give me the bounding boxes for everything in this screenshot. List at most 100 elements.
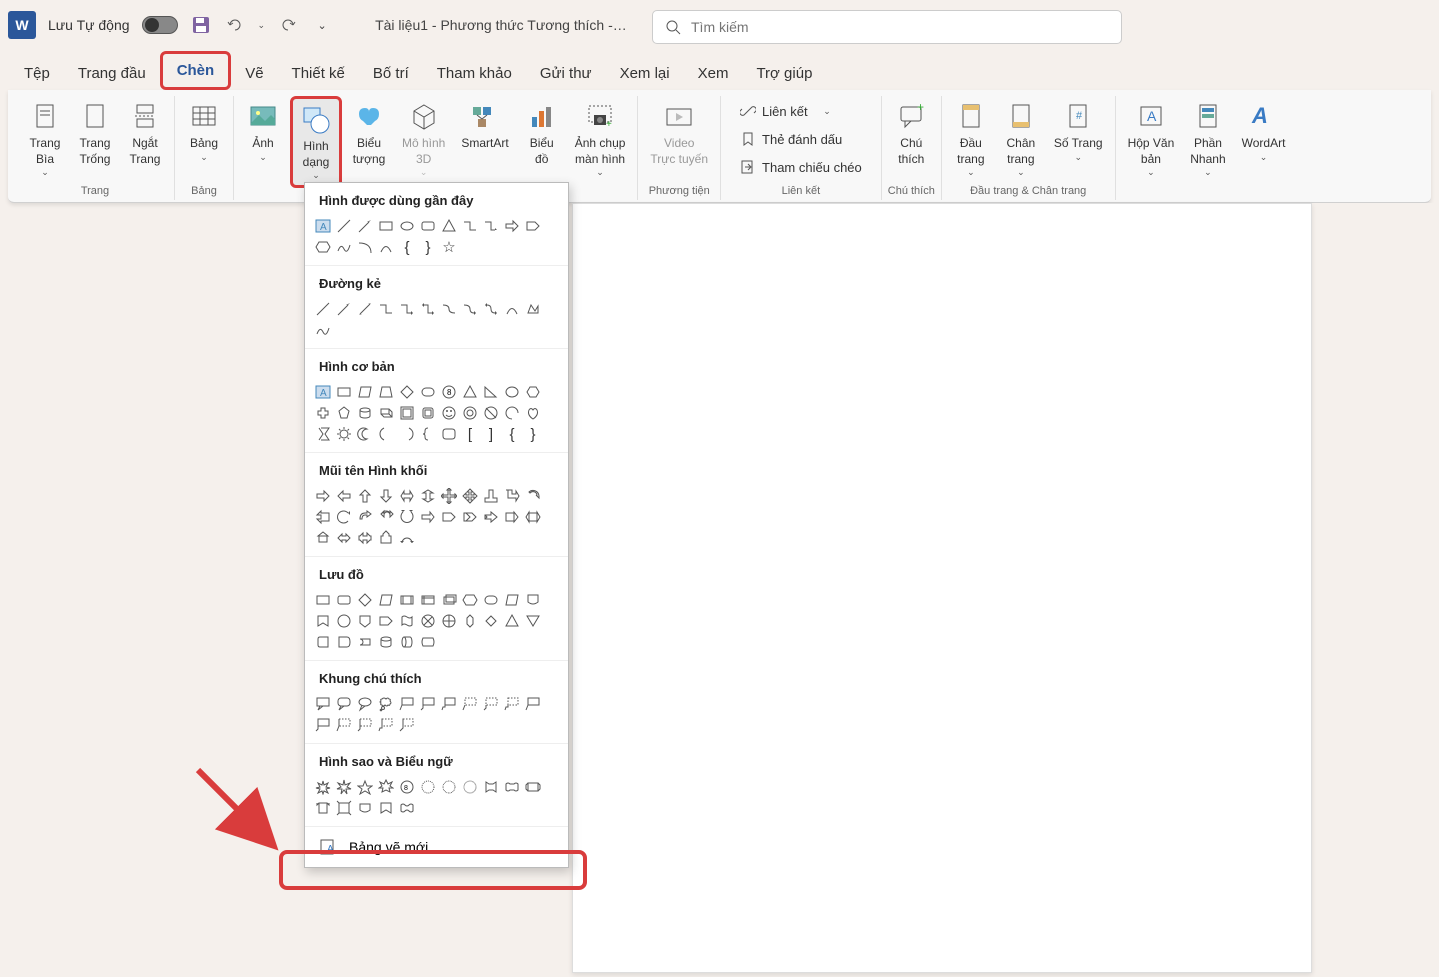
pictures-button[interactable]: Ảnh⌄ — [240, 96, 286, 167]
shape-f15[interactable] — [376, 611, 396, 631]
shape-a8[interactable] — [460, 486, 480, 506]
shape-b21[interactable] — [502, 403, 522, 423]
shape-line7[interactable] — [439, 299, 459, 319]
shape-roundrect[interactable] — [418, 216, 438, 236]
shape-s3[interactable] — [355, 777, 375, 797]
shape-rect[interactable] — [376, 216, 396, 236]
shape-scribble[interactable] — [334, 237, 354, 257]
shape-a12[interactable] — [313, 507, 333, 527]
tab-design[interactable]: Thiết kế — [278, 57, 359, 90]
tab-references[interactable]: Tham khảo — [423, 57, 526, 90]
shape-textbox[interactable]: A — [313, 216, 333, 236]
shape-b6[interactable] — [418, 382, 438, 402]
shape-a15[interactable] — [376, 507, 396, 527]
shape-c11[interactable] — [523, 694, 543, 714]
shape-star[interactable]: ☆ — [439, 237, 459, 257]
shape-a27[interactable] — [397, 528, 417, 548]
chart-button[interactable]: Biểu đồ — [519, 96, 565, 171]
3dmodels-button[interactable]: Mô hình 3D⌄ — [396, 96, 451, 182]
shape-b13[interactable] — [334, 403, 354, 423]
shape-f6[interactable] — [418, 590, 438, 610]
shape-f4[interactable] — [376, 590, 396, 610]
shape-f16[interactable] — [397, 611, 417, 631]
shape-a17[interactable] — [418, 507, 438, 527]
shape-a22[interactable] — [523, 507, 543, 527]
shape-line4[interactable] — [376, 299, 396, 319]
footer-button[interactable]: Chân trang⌄ — [998, 96, 1044, 182]
shape-b27[interactable] — [397, 424, 417, 444]
shape-f20[interactable] — [481, 611, 501, 631]
shape-right-arrow[interactable] — [502, 216, 522, 236]
shape-a13[interactable] — [334, 507, 354, 527]
shape-b18[interactable] — [439, 403, 459, 423]
shape-b23[interactable] — [313, 424, 333, 444]
page-break-button[interactable]: Ngắt Trang — [122, 96, 168, 171]
shape-line3[interactable] — [355, 299, 375, 319]
shape-s1[interactable] — [313, 777, 333, 797]
shape-f24[interactable] — [334, 632, 354, 652]
crossref-button[interactable]: Tham chiếu chéo — [735, 156, 867, 178]
table-button[interactable]: Bảng⌄ — [181, 96, 227, 167]
tab-review[interactable]: Xem lại — [606, 57, 684, 90]
comment-button[interactable]: + Chú thích — [888, 96, 934, 171]
shape-c2[interactable] — [334, 694, 354, 714]
shape-f28[interactable] — [418, 632, 438, 652]
new-drawing-canvas[interactable]: A Bảng vẽ mới — [305, 827, 568, 867]
search-box[interactable] — [652, 10, 1122, 44]
tab-file[interactable]: Tệp — [10, 57, 64, 90]
shape-s15[interactable] — [376, 798, 396, 818]
shape-s8[interactable] — [460, 777, 480, 797]
shape-a23[interactable] — [313, 528, 333, 548]
shape-a25[interactable] — [355, 528, 375, 548]
screenshot-button[interactable]: + Ảnh chụp màn hình⌄ — [569, 96, 632, 182]
shape-b5[interactable] — [397, 382, 417, 402]
shape-a2[interactable] — [334, 486, 354, 506]
shape-a5[interactable] — [397, 486, 417, 506]
shape-f21[interactable] — [502, 611, 522, 631]
shape-b25[interactable] — [355, 424, 375, 444]
search-input[interactable] — [691, 19, 1109, 35]
shape-b29[interactable] — [439, 424, 459, 444]
video-button[interactable]: Video Trực tuyến — [644, 96, 714, 171]
shape-s14[interactable] — [355, 798, 375, 818]
shape-f5[interactable] — [397, 590, 417, 610]
shape-f23[interactable] — [313, 632, 333, 652]
shape-b14[interactable] — [355, 403, 375, 423]
shape-c13[interactable] — [334, 715, 354, 735]
redo-button[interactable] — [277, 14, 299, 36]
shape-hexagon[interactable] — [313, 237, 333, 257]
shape-a19[interactable] — [460, 507, 480, 527]
shape-brace-r[interactable]: } — [418, 237, 438, 257]
shape-b7[interactable]: 8 — [439, 382, 459, 402]
shape-curve[interactable] — [502, 299, 522, 319]
shape-f14[interactable] — [355, 611, 375, 631]
shape-b24[interactable] — [334, 424, 354, 444]
shape-a7[interactable] — [439, 486, 459, 506]
shape-triangle[interactable] — [439, 216, 459, 236]
customize-qat[interactable]: ⌄ — [311, 14, 333, 36]
shape-s6[interactable] — [418, 777, 438, 797]
link-button[interactable]: Liên kết ⌄ — [735, 100, 867, 122]
shape-b2[interactable] — [334, 382, 354, 402]
shape-b32[interactable]: { — [502, 424, 522, 444]
shape-f3[interactable] — [355, 590, 375, 610]
shape-a6[interactable] — [418, 486, 438, 506]
textbox-button[interactable]: A Hộp Văn bản⌄ — [1122, 96, 1181, 182]
tab-draw[interactable]: Vẽ — [231, 57, 277, 90]
shape-b30[interactable]: [ — [460, 424, 480, 444]
shape-c16[interactable] — [397, 715, 417, 735]
shape-scribble2[interactable] — [313, 320, 333, 340]
bookmark-button[interactable]: Thẻ đánh dấu — [735, 128, 867, 150]
shape-f22[interactable] — [523, 611, 543, 631]
shape-c14[interactable] — [355, 715, 375, 735]
shape-f27[interactable] — [397, 632, 417, 652]
shape-b20[interactable] — [481, 403, 501, 423]
shape-a26[interactable] — [376, 528, 396, 548]
shape-b10[interactable] — [502, 382, 522, 402]
save-icon[interactable] — [190, 14, 212, 36]
shape-line6[interactable] — [418, 299, 438, 319]
shape-curve-r[interactable] — [355, 237, 375, 257]
shape-a18[interactable] — [439, 507, 459, 527]
shape-a9[interactable] — [481, 486, 501, 506]
shape-b31[interactable]: ] — [481, 424, 501, 444]
